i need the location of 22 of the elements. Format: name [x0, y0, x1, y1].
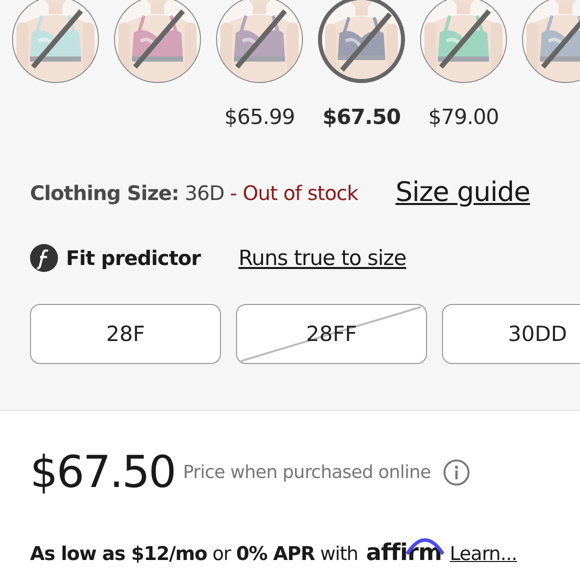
unavailable-slash — [235, 9, 287, 69]
fit-predictor-icon — [30, 244, 58, 272]
unavailable-slash — [439, 9, 491, 69]
unavailable-slash — [31, 9, 83, 69]
size-option-button[interactable]: 28FF — [236, 304, 427, 364]
fit-predictor-label: Fit predictor — [66, 246, 200, 270]
price-note: Price when purchased online — [182, 462, 431, 483]
clothing-size-label: Clothing Size: 36D - Out of stock — [30, 180, 358, 204]
size-option-button[interactable]: 30DD — [442, 304, 580, 364]
price: $67.50 — [30, 447, 175, 498]
swatch-price: $65.99 — [224, 105, 295, 131]
swatch-price: $67.50 — [322, 105, 401, 131]
size-option-button[interactable]: 28F — [30, 304, 221, 364]
size-guide-link[interactable]: Size guide — [395, 177, 530, 208]
unavailable-slash — [340, 12, 392, 72]
learn-more-link[interactable]: Learn... — [450, 543, 517, 565]
affirm-logo: affirm — [366, 536, 442, 565]
fit-result-link[interactable]: Runs true to size — [238, 246, 406, 270]
financing-text: As low as $12/mo or 0% APR with — [30, 543, 358, 565]
unavailable-slash — [133, 9, 185, 69]
swatch-price: $79.00 — [428, 105, 499, 131]
info-icon[interactable] — [442, 459, 470, 486]
